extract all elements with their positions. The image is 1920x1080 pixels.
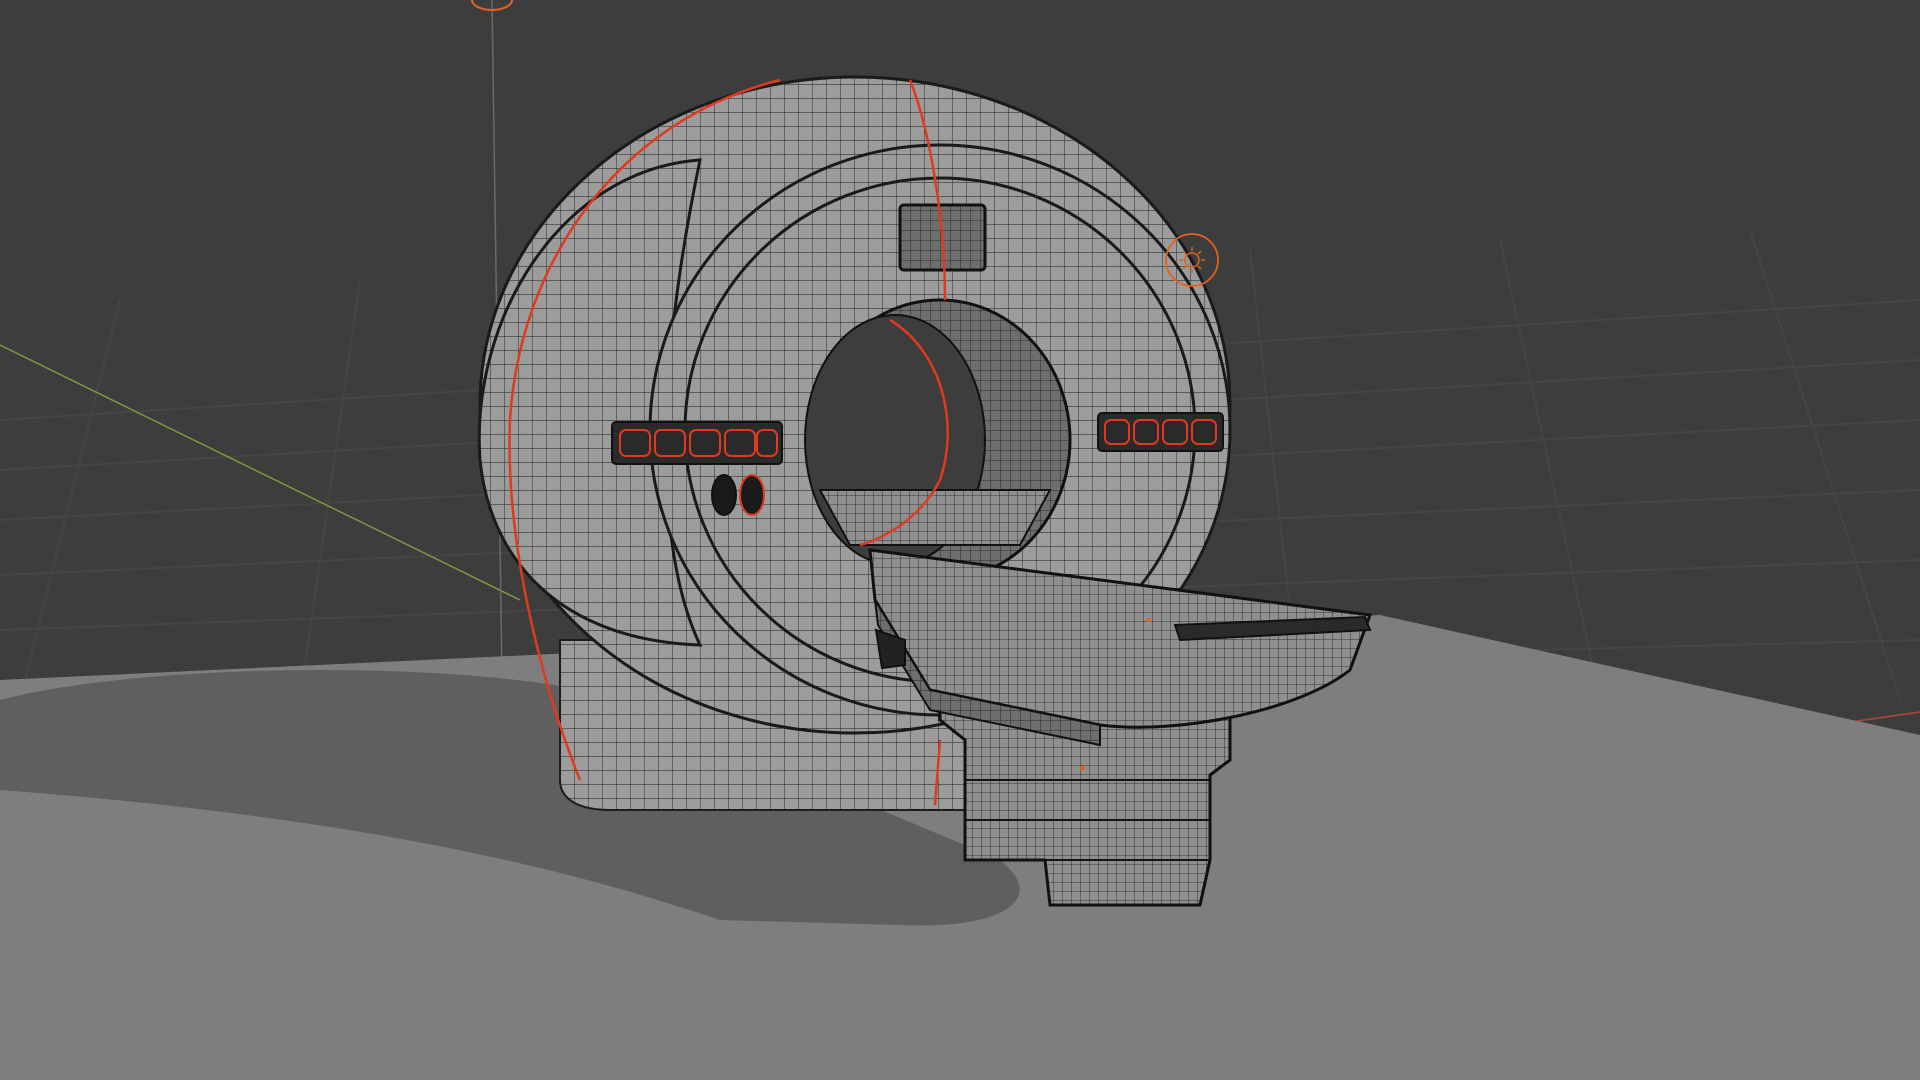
object-origin-dot-2	[1147, 618, 1151, 622]
viewport-canvas[interactable]	[0, 0, 1920, 1080]
y-axis-line	[0, 344, 521, 601]
left-button-2	[739, 474, 765, 516]
left-button-1	[711, 474, 737, 516]
object-origin-dot	[1079, 765, 1085, 771]
bore-inner-bed	[818, 489, 1052, 546]
3d-viewport[interactable]	[0, 0, 1920, 1080]
right-control-panel	[1097, 412, 1224, 452]
